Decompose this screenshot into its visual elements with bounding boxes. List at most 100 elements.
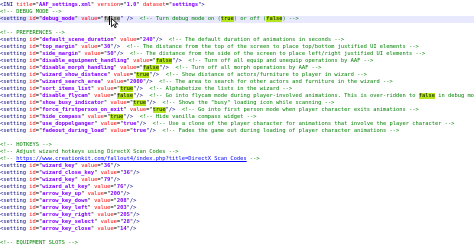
code-line[interactable]: <!-- EQUIPMENT SLOTS --> — [0, 240, 474, 247]
mouse-pointer-icon — [111, 18, 119, 28]
code-token: settings — [172, 2, 199, 8]
code-line[interactable]: <setting id="disable_flycam" value="fals… — [0, 93, 474, 100]
xml-editor[interactable]: <!-- EQUIPMENT SLOTS --> <setting id="arr… — [0, 0, 474, 249]
code-line[interactable]: <setting id="disable_morph_handling" val… — [0, 65, 474, 72]
code-line[interactable] — [0, 135, 474, 142]
code-token: value — [84, 51, 101, 57]
code-line[interactable]: <setting id="top_margin" value="30"/> <!… — [0, 44, 474, 51]
code-token: value — [87, 114, 104, 120]
code-line[interactable]: <setting id="arrow_key_close" value="14"… — [0, 226, 474, 233]
code-token: "/> — [152, 37, 163, 43]
code-token: <!-- Turn debug mode on ( — [133, 16, 221, 22]
code-token: arrow_key_up — [42, 191, 82, 197]
code-token: disable_morph_handling — [42, 65, 114, 71]
code-token: sort_items_list — [42, 86, 91, 92]
code-token: <!-- Turn off all equip and unequip oper… — [181, 58, 374, 64]
code-line[interactable]: <setting id="hide_compass" value="true"/… — [0, 114, 474, 121]
code-line[interactable]: <setting id="sort_items_list" value="tru… — [0, 86, 474, 93]
code-line[interactable]: <!-- PREFERENCES --> — [0, 30, 474, 37]
code-line[interactable]: <setting id="default_scene_duration" val… — [0, 37, 474, 44]
code-token: debug_mode — [42, 16, 75, 22]
code-line[interactable]: <!-- https://www.creationkit.com/fallout… — [0, 156, 474, 163]
code-token: <!-- Go into first person mode when play… — [175, 107, 419, 113]
code-token: "/> — [123, 114, 134, 120]
code-token: <!-- Shows the "busy" loading icon while… — [155, 100, 335, 106]
code-token: value — [94, 184, 111, 190]
code-token: setting — [3, 16, 26, 22]
code-token: setting — [3, 184, 26, 190]
code-line[interactable]: <setting id="arrow_key_left" value="203"… — [0, 205, 474, 212]
code-token: arrow_key_select — [42, 219, 95, 225]
code-token: side_margin — [42, 51, 78, 57]
code-line[interactable]: <setting id="wizard_key" value="36"/> — [0, 163, 474, 170]
code-line[interactable]: <setting id="show_busy_indicator" value=… — [0, 100, 474, 107]
code-token: true — [120, 86, 134, 92]
code-token: 205 — [120, 212, 130, 218]
code-line[interactable]: <setting id="arrow_key_down" value="208"… — [0, 198, 474, 205]
code-line[interactable]: <!-- DEBUG MODE --> — [0, 9, 474, 16]
code-token: setting — [3, 51, 26, 57]
code-token: wizard_key — [42, 163, 75, 169]
code-line[interactable]: <setting id="arrow_key_up" value="200"/> — [0, 191, 474, 198]
code-token: 2000 — [129, 79, 143, 85]
code-token: setting — [3, 163, 26, 169]
code-line[interactable]: <setting id="wizard_search_area" value="… — [0, 79, 474, 86]
code-token: "/> — [120, 191, 130, 197]
code-line[interactable]: <setting id="force_firstperson_on_exit" … — [0, 107, 474, 114]
code-token: top_margin — [42, 44, 75, 50]
code-token: setting — [3, 37, 26, 43]
code-token: show_busy_indicator — [42, 100, 104, 106]
code-line[interactable]: <setting id="disable_equipment_handling"… — [0, 58, 474, 65]
code-line[interactable]: <setting id="wizard_alt_key" value="76"/… — [0, 184, 474, 191]
code-token: value — [133, 58, 150, 64]
code-token: <!-- Hide vanilla compass widget --> — [133, 114, 257, 120]
code-token: "/> — [146, 128, 156, 134]
code-token: true — [110, 114, 124, 120]
code-token: --> — [246, 156, 260, 162]
code-line[interactable]: <setting id="wizard_show_distance" value… — [0, 72, 474, 79]
code-line[interactable]: <setting id="arrow_key_right" value="205… — [0, 212, 474, 219]
code-token: false — [116, 93, 134, 99]
code-line[interactable]: <setting id="debug_mode" value="false" /… — [0, 16, 474, 23]
code-line[interactable] — [0, 23, 474, 30]
code-token: "/> — [126, 226, 137, 232]
code-token: =" — [110, 93, 117, 99]
code-token: value — [120, 37, 137, 43]
code-line[interactable]: <setting id="fadeout_during_load" value=… — [0, 128, 474, 135]
code-line[interactable]: <!-- Adjust wizard hotkeys using DirectX… — [0, 149, 474, 156]
code-token: setting — [3, 107, 26, 113]
code-line[interactable]: <setting id="use_doppelganger" value="tr… — [0, 121, 474, 128]
code-token: 240 — [142, 37, 153, 43]
code-token: setting — [3, 198, 26, 204]
code-token: <!-- PREFERENCES --> — [0, 30, 65, 36]
code-token: "/> — [133, 86, 143, 92]
code-token: "> — [198, 2, 205, 8]
code-token: <!-- DEBUG MODE --> — [0, 9, 65, 15]
code-line[interactable]: <!-- HOTKEYS --> — [0, 142, 474, 149]
code-token: disable_flycam — [42, 93, 88, 99]
code-token: wizard_show_distance — [42, 72, 108, 78]
code-token: setting — [3, 86, 26, 92]
code-token: true — [123, 121, 137, 127]
code-token: <!-- — [0, 156, 17, 162]
code-token: value — [110, 128, 127, 134]
code-token: force_firstperson_on_exit — [42, 107, 124, 113]
code-token: false — [142, 65, 160, 71]
code-token: setting — [3, 170, 26, 176]
code-line[interactable]: <setting id="wizard_key" value="79"/> — [0, 177, 474, 184]
code-token: =" — [136, 65, 143, 71]
code-line[interactable]: <setting id="side_margin" value="50"/> <… — [0, 51, 474, 58]
code-token: setting — [3, 93, 26, 99]
code-token: "/> — [129, 219, 140, 225]
code-line[interactable]: <setting id="arrow_key_select" value="28… — [0, 219, 474, 226]
code-token: https://www.creationkit.com/fallout4/ind… — [16, 156, 247, 162]
code-token: 200 — [110, 191, 121, 197]
code-token: value — [94, 93, 111, 99]
code-token: setting — [3, 65, 26, 71]
code-line[interactable]: <INI title="AAF_settings.xml" version="1… — [0, 2, 474, 9]
code-token: "/> — [126, 205, 137, 211]
code-token: wizard_search_area — [42, 79, 101, 85]
code-line[interactable]: <setting id="wizard_close_key" value="36… — [0, 170, 474, 177]
code-line[interactable] — [0, 233, 474, 240]
code-token: wizard_key — [42, 177, 75, 183]
